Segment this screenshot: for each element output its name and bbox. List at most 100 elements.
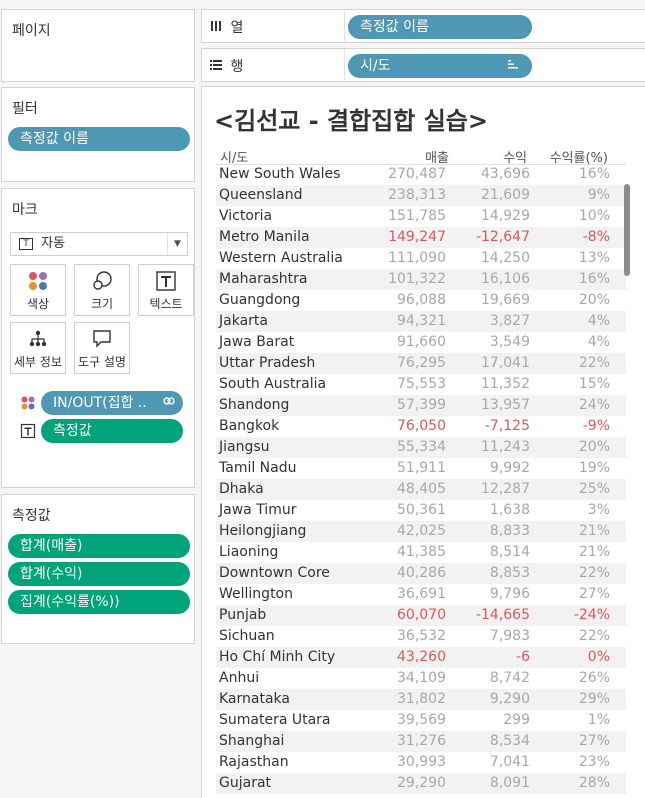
table-row[interactable]: Karnataka 31,802 9,290 29%: [216, 689, 626, 710]
color-icon: [11, 270, 65, 296]
profit-ratio-cell: 25%: [578, 481, 610, 497]
columns-shelf[interactable]: 열 측정값 이름: [201, 9, 645, 43]
profit-ratio-cell: 3%: [587, 502, 610, 518]
sales-cell: 39,569: [397, 712, 446, 728]
text-button[interactable]: 텍스트: [138, 264, 194, 316]
profit-cell: 21,609: [481, 187, 530, 203]
rows-region-pill[interactable]: 시/도: [348, 54, 532, 78]
table-row[interactable]: Bangkok 76,050 -7,125 -9%: [216, 416, 626, 437]
profit-cell: 43,696: [481, 166, 530, 182]
table-row[interactable]: Sichuan 36,532 7,983 22%: [216, 626, 626, 647]
table-row[interactable]: Jiangsu 55,334 11,243 20%: [216, 437, 626, 458]
profit-ratio-cell: 22%: [578, 565, 610, 581]
profit-cell: 299: [503, 712, 530, 728]
profit-cell: 8,534: [489, 733, 530, 749]
region-cell: Jawa Barat: [219, 334, 295, 350]
sales-cell: 76,050: [397, 418, 446, 434]
profit-cell: 14,929: [481, 208, 530, 224]
table-row[interactable]: Victoria 151,785 14,929 10%: [216, 206, 626, 227]
profit-ratio-cell: 10%: [578, 208, 610, 224]
region-cell: Downtown Core: [219, 565, 330, 581]
profit-cell: 9,796: [489, 586, 530, 602]
profit-ratio-cell: 0%: [587, 649, 610, 665]
profit-ratio-cell: 27%: [578, 586, 610, 602]
table-row[interactable]: Heilongjiang 42,025 8,833 21%: [216, 521, 626, 542]
measure-sum-sales-pill[interactable]: 합계(매출): [8, 534, 190, 558]
sales-cell: 31,802: [397, 691, 446, 707]
sales-cell: 151,785: [388, 208, 446, 224]
profit-cell: 3,549: [489, 334, 530, 350]
sales-cell: 101,322: [388, 271, 446, 287]
rows-shelf[interactable]: 행 시/도: [201, 48, 645, 82]
size-button[interactable]: 크기: [74, 264, 130, 316]
table-row[interactable]: Maharashtra 101,322 16,106 16%: [216, 269, 626, 290]
profit-cell: 9,290: [489, 691, 530, 707]
table-row[interactable]: Jawa Timur 50,361 1,638 3%: [216, 500, 626, 521]
profit-ratio-cell: 4%: [587, 313, 610, 329]
region-cell: Karnataka: [219, 691, 290, 707]
table-row[interactable]: Sumatera Utara 39,569 299 1%: [216, 710, 626, 731]
table-row[interactable]: Uttar Pradesh 76,295 17,041 22%: [216, 353, 626, 374]
table-row[interactable]: Gujarat 29,290 8,091 28%: [216, 773, 626, 794]
color-field-card[interactable]: IN/OUT(집합 ..: [20, 391, 190, 415]
profit-ratio-cell: 16%: [578, 166, 610, 182]
detail-button[interactable]: 세부 정보: [10, 322, 66, 374]
color-in-out-set-pill[interactable]: IN/OUT(집합 ..: [41, 391, 183, 415]
mark-type-dropdown[interactable]: T 자동 ▼: [10, 232, 188, 256]
sales-cell: 91,660: [397, 334, 446, 350]
sales-cell: 48,405: [397, 481, 446, 497]
measure-agg-profit-ratio-pill[interactable]: 집계(수익률(%)): [8, 590, 190, 614]
worksheet-view[interactable]: <김선교 - 결합집합 실습> 시/도 매출 수익 수익률(%) New Sou…: [201, 86, 645, 798]
region-cell: Sichuan: [219, 628, 275, 644]
sales-cell: 57,399: [397, 397, 446, 413]
columns-shelf-label: 열: [210, 17, 243, 37]
filter-measure-names-pill[interactable]: 측정값 이름: [8, 127, 190, 151]
table-row[interactable]: Shandong 57,399 13,957 24%: [216, 395, 626, 416]
filters-panel[interactable]: 필터 측정값 이름: [1, 87, 195, 182]
table-row[interactable]: South Australia 75,553 11,352 15%: [216, 374, 626, 395]
table-row[interactable]: Jakarta 94,321 3,827 4%: [216, 311, 626, 332]
measure-sum-profit-pill[interactable]: 합계(수익): [8, 562, 190, 586]
table-row[interactable]: Wellington 36,691 9,796 27%: [216, 584, 626, 605]
table-row[interactable]: Punjab 60,070 -14,665 -24%: [216, 605, 626, 626]
profit-ratio-cell: -24%: [573, 607, 610, 623]
table-row[interactable]: Queensland 238,313 21,609 9%: [216, 185, 626, 206]
region-cell: Uttar Pradesh: [219, 355, 316, 371]
profit-ratio-cell: -8%: [582, 229, 610, 245]
scrollbar-thumb[interactable]: [624, 184, 630, 276]
columns-icon: [210, 20, 226, 35]
table-row[interactable]: Anhui 34,109 8,742 26%: [216, 668, 626, 689]
table-row[interactable]: Rajasthan 30,993 7,041 23%: [216, 752, 626, 773]
sales-cell: 76,295: [397, 355, 446, 371]
text-field-card[interactable]: 측정값: [20, 419, 190, 443]
measure-values-panel[interactable]: 측정값 합계(매출) 합계(수익) 집계(수익률(%)): [1, 494, 195, 644]
columns-measure-names-pill[interactable]: 측정값 이름: [348, 15, 532, 39]
table-row[interactable]: Western Australia 111,090 14,250 13%: [216, 248, 626, 269]
region-cell: New South Wales: [219, 166, 341, 182]
profit-cell: 7,041: [489, 754, 530, 770]
table-row[interactable]: Downtown Core 40,286 8,853 22%: [216, 563, 626, 584]
table-row[interactable]: Metro Manila 149,247 -12,647 -8%: [216, 227, 626, 248]
table-row[interactable]: Dhaka 48,405 12,287 25%: [216, 479, 626, 500]
table-row[interactable]: Tamil Nadu 51,911 9,992 19%: [216, 458, 626, 479]
rows-shelf-label: 행: [210, 56, 243, 76]
text-measure-values-pill[interactable]: 측정값: [41, 419, 183, 443]
profit-cell: 1,638: [489, 502, 530, 518]
table-row[interactable]: Jawa Barat 91,660 3,549 4%: [216, 332, 626, 353]
table-row[interactable]: Liaoning 41,385 8,514 21%: [216, 542, 626, 563]
tooltip-button[interactable]: 도구 설명: [74, 322, 130, 374]
pages-panel[interactable]: 페이지: [1, 9, 195, 82]
table-row[interactable]: Ho Chí Minh City 43,260 -6 0%: [216, 647, 626, 668]
table-row[interactable]: Guangdong 96,088 19,669 20%: [216, 290, 626, 311]
profit-ratio-cell: 4%: [587, 334, 610, 350]
marks-panel[interactable]: 마크 T 자동 ▼ 색상 크기 텍스트 세부 정보 도구 설명 IN/OUT(집…: [1, 188, 195, 488]
profit-ratio-cell: 23%: [578, 754, 610, 770]
profit-ratio-cell: 15%: [578, 376, 610, 392]
color-button[interactable]: 색상: [10, 264, 66, 316]
table-row[interactable]: Shanghai 31,276 8,534 27%: [216, 731, 626, 752]
profit-ratio-cell: 21%: [578, 523, 610, 539]
sort-descending-icon: [508, 54, 520, 78]
table-row[interactable]: New South Wales 270,487 43,696 16%: [216, 164, 626, 185]
profit-cell: 17,041: [481, 355, 530, 371]
profit-cell: 9,992: [489, 460, 530, 476]
